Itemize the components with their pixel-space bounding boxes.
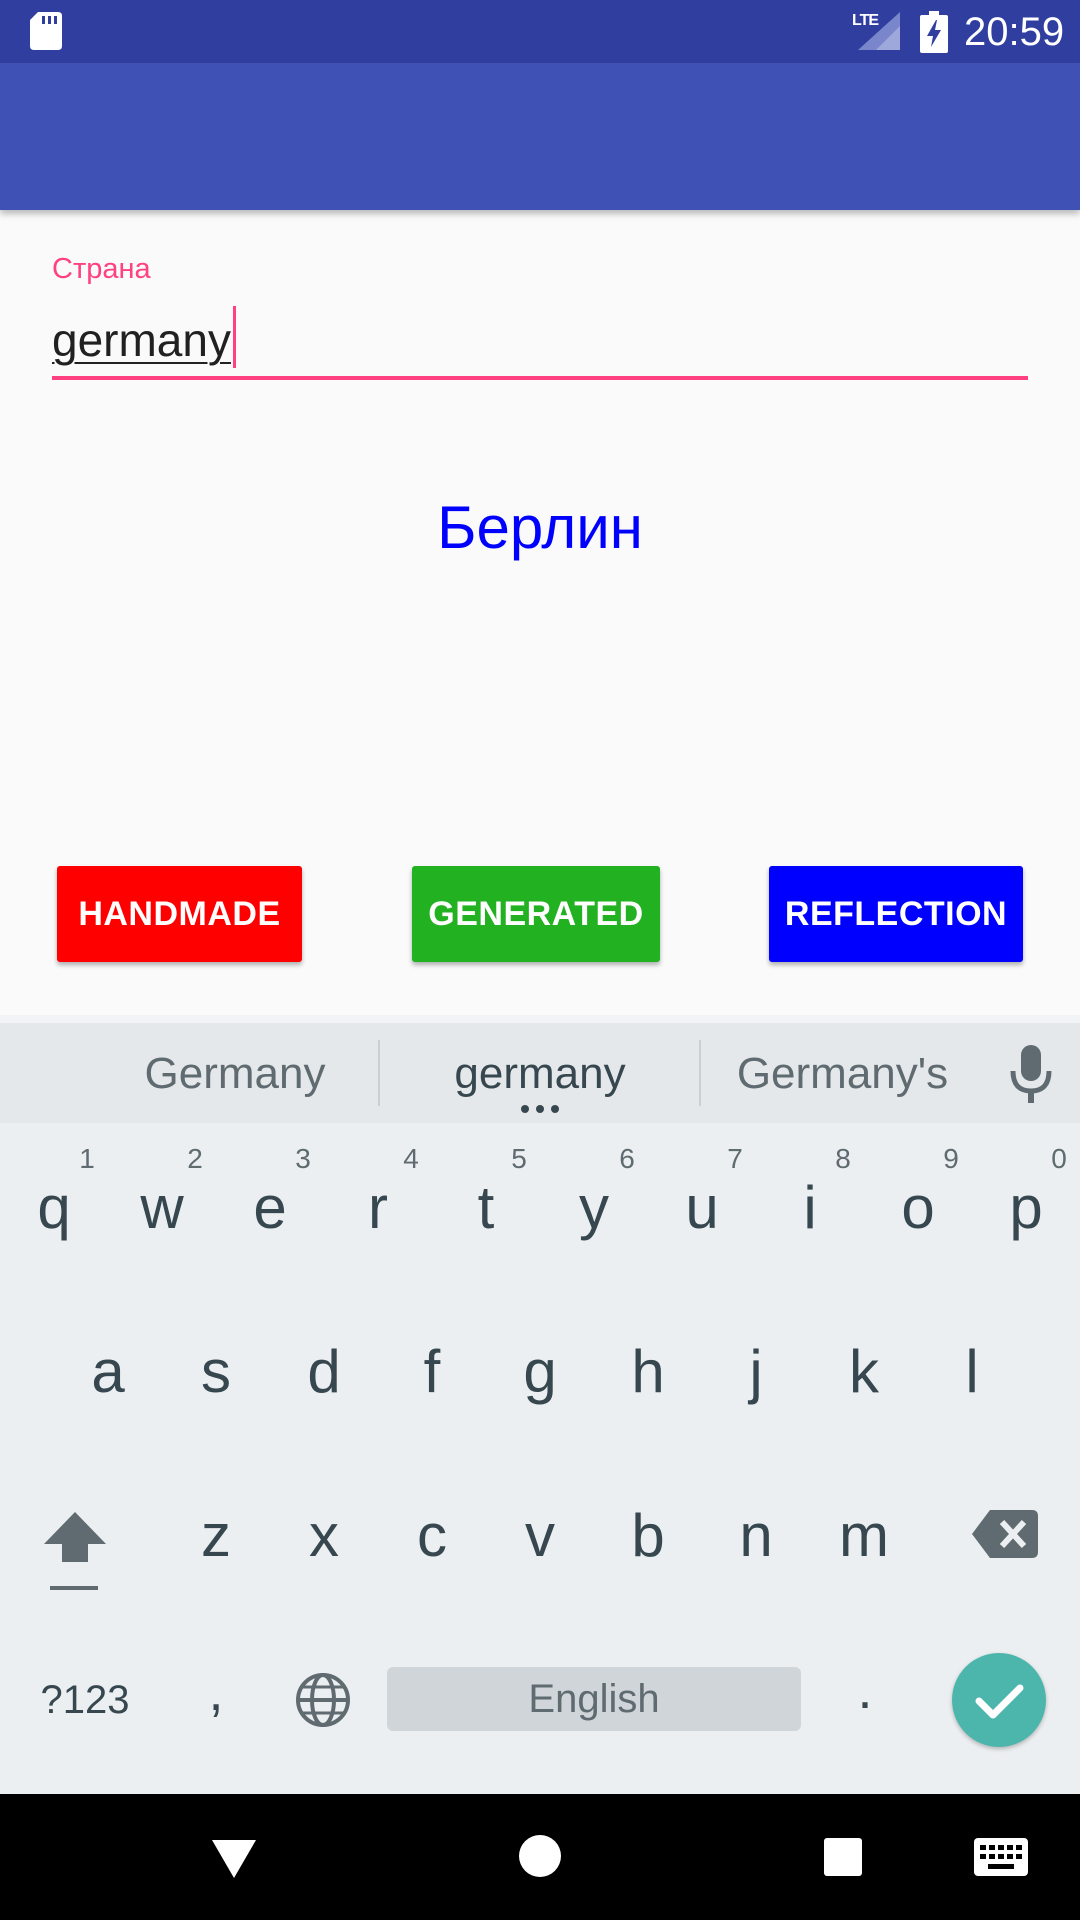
backspace-icon[interactable] — [972, 1510, 1038, 1558]
microphone-icon[interactable] — [1010, 1045, 1052, 1103]
sd-card-icon — [30, 12, 62, 50]
back-icon[interactable] — [210, 1836, 258, 1880]
result-text: Берлин — [437, 494, 643, 561]
suggestion-item[interactable]: germany — [400, 1044, 680, 1104]
text-caret — [233, 306, 236, 368]
key-j[interactable]: j — [706, 1332, 806, 1412]
keyboard-switch-icon[interactable] — [974, 1838, 1028, 1876]
country-field-label: Страна — [52, 253, 151, 285]
key-q[interactable]: q — [4, 1168, 104, 1248]
app-bar — [0, 63, 1080, 210]
key-o[interactable]: o — [868, 1168, 968, 1248]
key-t[interactable]: t — [436, 1168, 536, 1248]
key-r[interactable]: r — [328, 1168, 428, 1248]
enter-key[interactable] — [952, 1653, 1046, 1747]
comma-key[interactable]: , — [196, 1662, 236, 1722]
key-s[interactable]: s — [166, 1332, 266, 1412]
period-key[interactable]: . — [845, 1660, 885, 1720]
globe-icon[interactable] — [295, 1672, 351, 1728]
key-m[interactable]: m — [814, 1496, 914, 1576]
status-bar — [0, 0, 1080, 63]
shift-icon[interactable] — [42, 1508, 108, 1592]
suggestion-divider — [699, 1040, 701, 1106]
reflection-button[interactable]: REFLECTION — [769, 866, 1023, 962]
key-z[interactable]: z — [166, 1496, 266, 1576]
key-f[interactable]: f — [382, 1332, 482, 1412]
key-c[interactable]: c — [382, 1496, 482, 1576]
country-input[interactable]: germany — [52, 310, 231, 370]
key-l[interactable]: l — [922, 1332, 1022, 1412]
clock: 20:59 — [964, 10, 1065, 54]
key-v[interactable]: v — [490, 1496, 590, 1576]
key-w[interactable]: w — [112, 1168, 212, 1248]
more-suggestions-icon — [521, 1105, 559, 1113]
key-g[interactable]: g — [490, 1332, 590, 1412]
checkmark-icon — [975, 1684, 1024, 1719]
key-i[interactable]: i — [760, 1168, 860, 1248]
key-x[interactable]: x — [274, 1496, 374, 1576]
recents-icon[interactable] — [822, 1836, 864, 1878]
suggestion-item[interactable]: Germany — [110, 1044, 360, 1104]
suggestion-item[interactable]: Germany's — [715, 1044, 970, 1104]
signal-icon — [858, 12, 900, 50]
key-u[interactable]: u — [652, 1168, 752, 1248]
key-h[interactable]: h — [598, 1332, 698, 1412]
battery-charging-icon — [920, 11, 948, 53]
suggestion-divider — [378, 1040, 380, 1106]
home-icon[interactable] — [518, 1834, 562, 1878]
key-e[interactable]: e — [220, 1168, 320, 1248]
input-underline — [52, 376, 1028, 380]
key-y[interactable]: y — [544, 1168, 644, 1248]
key-d[interactable]: d — [274, 1332, 374, 1412]
generated-button[interactable]: GENERATED — [412, 866, 660, 962]
space-key[interactable]: English — [387, 1667, 801, 1731]
key-a[interactable]: a — [58, 1332, 158, 1412]
key-p[interactable]: p — [976, 1168, 1076, 1248]
key-n[interactable]: n — [706, 1496, 806, 1576]
handmade-button[interactable]: HANDMADE — [57, 866, 302, 962]
key-b[interactable]: b — [598, 1496, 698, 1576]
key-k[interactable]: k — [814, 1332, 914, 1412]
symbols-key[interactable]: ?123 — [30, 1670, 140, 1730]
